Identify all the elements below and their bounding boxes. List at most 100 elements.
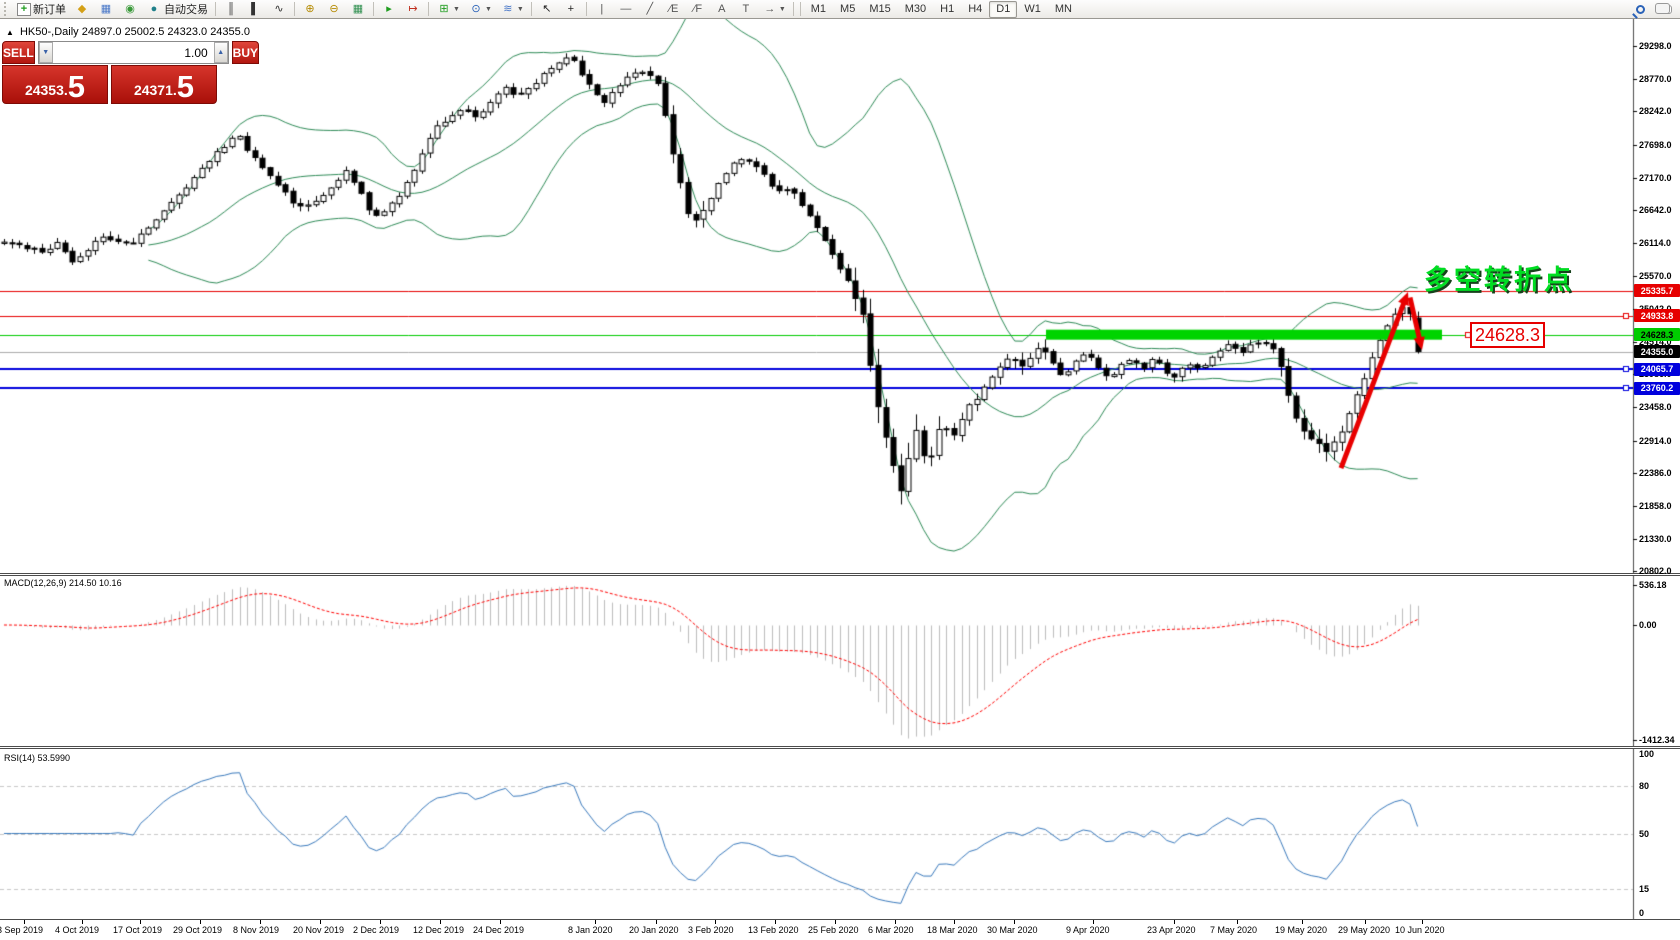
price-badge: 24355.0 bbox=[1634, 345, 1680, 358]
dropdown-arrow-icon[interactable]: ▼ bbox=[485, 6, 492, 13]
trendline-button[interactable]: ╱ bbox=[638, 1, 662, 18]
rsi-panel-canvas[interactable] bbox=[0, 749, 1680, 919]
sell-button[interactable]: SELL bbox=[2, 41, 35, 64]
search-icon[interactable] bbox=[1636, 5, 1645, 14]
price-tick-label: 26114.0 bbox=[1639, 238, 1671, 248]
price-tick-label: 22386.0 bbox=[1639, 468, 1672, 478]
channel-button[interactable]: ∕E bbox=[662, 1, 686, 18]
toolbar: +新订单◆▦◉●自动交易║▌∿⊕⊖▦▸↦⊞▼⊙▼≋▼↖+|—╱∕E∕FAT→▼M… bbox=[0, 0, 1680, 19]
time-axis[interactable]: 3 Sep 20194 Oct 201917 Oct 201929 Oct 20… bbox=[0, 919, 1680, 940]
date-label: 9 Apr 2020 bbox=[1066, 925, 1110, 935]
macd-tick-label: -1412.34 bbox=[1639, 735, 1675, 745]
volume-stepper: ▼ ▲ bbox=[38, 41, 229, 64]
timeframe-m5-button[interactable]: M5 bbox=[833, 1, 862, 18]
trendline-icon: ╱ bbox=[642, 2, 658, 17]
date-tick bbox=[200, 920, 201, 924]
profiles-button[interactable]: ◆ bbox=[70, 1, 94, 18]
fibonacci-icon: ∕F bbox=[690, 2, 706, 17]
date-label: 13 Feb 2020 bbox=[748, 925, 799, 935]
toolbar-separator bbox=[531, 2, 532, 16]
zone-price-label[interactable]: 24628.3 bbox=[1470, 322, 1545, 348]
timeframe-m1-button[interactable]: M1 bbox=[804, 1, 833, 18]
buy-price[interactable]: 24371.5 bbox=[111, 65, 217, 104]
fibonacci-button[interactable]: ∕F bbox=[686, 1, 710, 18]
crosshair-icon: + bbox=[563, 2, 579, 17]
periods-button[interactable]: ⊙▼ bbox=[464, 1, 496, 18]
price-tick-label: 28242.0 bbox=[1639, 106, 1672, 116]
rsi-tick-label: 80 bbox=[1639, 781, 1649, 791]
dropdown-arrow-icon[interactable]: ▼ bbox=[517, 6, 524, 13]
buy-button[interactable]: BUY bbox=[232, 41, 259, 64]
auto-scroll-button[interactable]: ▸ bbox=[377, 1, 401, 18]
auto-scroll-icon: ▸ bbox=[381, 2, 397, 17]
date-label: 2 Dec 2019 bbox=[353, 925, 399, 935]
timeframe-h1-button[interactable]: H1 bbox=[933, 1, 961, 18]
date-tick bbox=[1014, 920, 1015, 924]
macd-tick-label: 0.00 bbox=[1639, 620, 1657, 630]
timeframe-d1-button[interactable]: D1 bbox=[989, 1, 1017, 18]
candlestick-button[interactable]: ▌ bbox=[243, 1, 267, 18]
cursor-icon: ↖ bbox=[539, 2, 555, 17]
price-tick-label: 28770.0 bbox=[1639, 74, 1672, 84]
rsi-tick-label: 100 bbox=[1639, 749, 1654, 759]
timeframe-h4-button[interactable]: H4 bbox=[961, 1, 989, 18]
chat-icon[interactable] bbox=[1659, 5, 1672, 14]
volume-down-button[interactable]: ▼ bbox=[39, 42, 53, 63]
horizontal-line-button[interactable]: — bbox=[614, 1, 638, 18]
profiles-icon: ◆ bbox=[74, 2, 90, 17]
date-label: 20 Nov 2019 bbox=[293, 925, 344, 935]
one-click-toggle-icon[interactable]: ▲ bbox=[6, 28, 14, 37]
charts-window-button[interactable]: ▦ bbox=[94, 1, 118, 18]
volume-up-button[interactable]: ▲ bbox=[214, 42, 228, 63]
sell-price[interactable]: 24353.5 bbox=[2, 65, 108, 104]
line-chart-button[interactable]: ∿ bbox=[267, 1, 291, 18]
date-tick bbox=[140, 920, 141, 924]
date-label: 7 May 2020 bbox=[1210, 925, 1257, 935]
cursor-button[interactable]: ↖ bbox=[535, 1, 559, 18]
date-tick bbox=[1174, 920, 1175, 924]
timeframe-mn-button[interactable]: MN bbox=[1048, 1, 1079, 18]
arrows-button[interactable]: →▼ bbox=[758, 1, 790, 18]
volume-input[interactable] bbox=[53, 42, 214, 63]
date-label: 12 Dec 2019 bbox=[413, 925, 464, 935]
zoom-in-button[interactable]: ⊕ bbox=[298, 1, 322, 18]
toolbar-separator bbox=[215, 2, 216, 16]
date-tick bbox=[1302, 920, 1303, 924]
timeframe-m15-button[interactable]: M15 bbox=[862, 1, 897, 18]
label-button[interactable]: T bbox=[734, 1, 758, 18]
chart-shift-icon: ↦ bbox=[405, 2, 421, 17]
price-tick-label: 23458.0 bbox=[1639, 402, 1672, 412]
dropdown-arrow-icon[interactable]: ▼ bbox=[779, 6, 786, 13]
price-badge: 24933.8 bbox=[1634, 309, 1680, 322]
price-badge: 23760.2 bbox=[1634, 382, 1680, 395]
timeframe-w1-button[interactable]: W1 bbox=[1017, 1, 1048, 18]
vertical-line-button[interactable]: | bbox=[590, 1, 614, 18]
bar-chart-button[interactable]: ║ bbox=[219, 1, 243, 18]
date-tick bbox=[440, 920, 441, 924]
date-label: 25 Feb 2020 bbox=[808, 925, 859, 935]
date-tick bbox=[656, 920, 657, 924]
date-tick bbox=[260, 920, 261, 924]
tile-windows-button[interactable]: ▦ bbox=[346, 1, 370, 18]
timeframe-m30-button[interactable]: M30 bbox=[898, 1, 933, 18]
text-button[interactable]: A bbox=[710, 1, 734, 18]
one-click-trading-panel: SELL ▼ ▲ BUY 24353.5 24371.5 bbox=[2, 41, 217, 104]
new-order-button[interactable]: +新订单 bbox=[13, 1, 70, 18]
alerts-button[interactable]: ◉ bbox=[118, 1, 142, 18]
chart-shift-button[interactable]: ↦ bbox=[401, 1, 425, 18]
macd-panel-canvas[interactable] bbox=[0, 576, 1680, 746]
date-tick bbox=[895, 920, 896, 924]
zoom-out-button[interactable]: ⊖ bbox=[322, 1, 346, 18]
rsi-tick-label: 0 bbox=[1639, 908, 1644, 918]
dropdown-arrow-icon[interactable]: ▼ bbox=[453, 6, 460, 13]
rsi-tick-label: 15 bbox=[1639, 884, 1649, 894]
indicators-button[interactable]: ⊞▼ bbox=[432, 1, 464, 18]
date-label: 30 Mar 2020 bbox=[987, 925, 1038, 935]
templates-button[interactable]: ≋▼ bbox=[496, 1, 528, 18]
alerts-icon: ◉ bbox=[122, 2, 138, 17]
arrows-icon: → bbox=[762, 2, 778, 17]
price-tick-label: 26642.0 bbox=[1639, 205, 1672, 215]
date-label: 6 Mar 2020 bbox=[868, 925, 914, 935]
crosshair-button[interactable]: + bbox=[559, 1, 583, 18]
autotrading-button[interactable]: ●自动交易 bbox=[142, 1, 212, 18]
